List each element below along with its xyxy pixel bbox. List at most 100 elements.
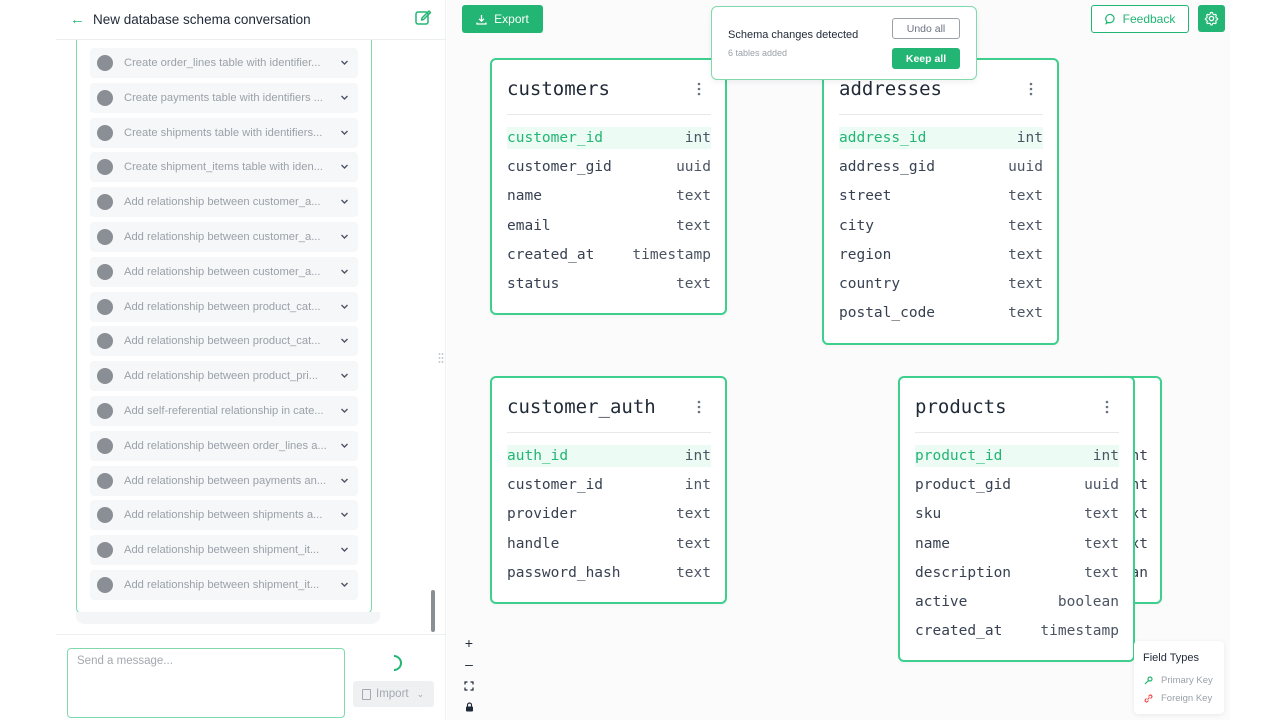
table-card-products[interactable]: products product_id int product_gid uuid sku t… [898, 376, 1135, 662]
column-row[interactable]: country text [839, 273, 1043, 295]
undo-all-button[interactable]: Undo all [892, 18, 960, 39]
column-row[interactable]: region text [839, 244, 1043, 266]
column-row[interactable]: postal_code text [839, 302, 1043, 324]
task-list-footer [76, 612, 380, 624]
import-button[interactable]: Import ⌄ [353, 681, 434, 707]
column-row[interactable]: provider text [507, 503, 711, 525]
zoom-in-icon[interactable]: + [458, 632, 480, 654]
chevron-down-icon[interactable] [339, 579, 350, 590]
column-type: int [1092, 448, 1119, 464]
column-row[interactable]: created_at timestamp [915, 620, 1119, 642]
table-card-customers[interactable]: customers customer_id int customer_gid uuid n… [490, 58, 727, 315]
more-options-icon[interactable] [697, 82, 701, 96]
column-name: product_id [915, 448, 1003, 464]
table-title: addresses [839, 78, 942, 100]
task-item[interactable]: Add relationship between product_cat... [90, 291, 358, 322]
column-row[interactable]: password_hash text [507, 562, 711, 584]
task-label: Add relationship between customer_a... [124, 230, 321, 243]
column-row[interactable]: customer_id int [507, 474, 711, 496]
task-item[interactable]: Create shipment_items table with iden... [90, 152, 358, 183]
chevron-down-icon[interactable] [339, 266, 350, 277]
more-options-icon[interactable] [1105, 400, 1109, 414]
chevron-down-icon[interactable] [339, 405, 350, 416]
composer-divider [56, 634, 446, 635]
download-icon [476, 14, 487, 25]
task-item[interactable]: Add relationship between payments an... [90, 465, 358, 496]
column-row[interactable]: product_gid uuid [915, 474, 1119, 496]
column-name: auth_id [507, 448, 569, 464]
task-status-icon [97, 472, 113, 489]
column-row[interactable]: city text [839, 215, 1043, 237]
column-type: text [1084, 564, 1119, 581]
keep-all-button[interactable]: Keep all [892, 48, 960, 69]
table-card-addresses[interactable]: addresses address_id int address_gid uuid str… [822, 58, 1059, 345]
column-row[interactable]: product_id int [915, 445, 1119, 467]
loading-spinner-icon [382, 651, 406, 675]
column-row[interactable]: address_id int [839, 127, 1043, 149]
column-type: int [684, 477, 711, 494]
task-item[interactable]: Create shipments table with identifiers.… [90, 117, 358, 148]
chevron-down-icon[interactable] [339, 544, 350, 555]
column-row[interactable]: status text [507, 273, 711, 295]
task-status-icon [97, 507, 113, 524]
column-row[interactable]: sku text [915, 503, 1119, 525]
column-row[interactable]: auth_id int [507, 445, 711, 467]
task-item[interactable]: Create payments table with identifiers .… [90, 82, 358, 113]
task-item[interactable]: Add relationship between order_lines a..… [90, 430, 358, 461]
chevron-down-icon[interactable] [339, 335, 350, 346]
column-row[interactable]: name text [915, 533, 1119, 555]
task-item[interactable]: Add relationship between customer_a... [90, 256, 358, 287]
more-options-icon[interactable] [1029, 82, 1033, 96]
chevron-down-icon[interactable] [339, 301, 350, 312]
fit-view-icon[interactable] [458, 675, 480, 697]
export-button[interactable]: Export [462, 5, 543, 33]
column-row[interactable]: customer_gid uuid [507, 156, 711, 178]
column-row[interactable]: name text [507, 185, 711, 207]
lock-icon[interactable] [458, 697, 480, 719]
table-card-customer-auth[interactable]: customer_auth auth_id int customer_id int pro… [490, 376, 727, 604]
task-item[interactable]: Create order_lines table with identifier… [90, 48, 358, 78]
task-label: Add relationship between order_lines a..… [124, 439, 327, 452]
panel-resize-handle-icon[interactable] [438, 352, 444, 364]
chevron-down-icon[interactable] [339, 440, 350, 451]
back-arrow-icon[interactable]: ← [70, 12, 85, 27]
column-row[interactable]: street text [839, 185, 1043, 207]
task-item[interactable]: Add relationship between customer_a... [90, 221, 358, 252]
task-label: Create shipments table with identifiers.… [124, 126, 323, 139]
chevron-down-icon[interactable] [339, 509, 350, 520]
column-name: status [507, 276, 560, 292]
column-name: email [507, 217, 551, 234]
task-status-icon [97, 437, 113, 454]
chevron-down-icon[interactable] [339, 475, 350, 486]
chat-scrollbar[interactable] [431, 590, 435, 632]
task-item[interactable]: Add relationship between product_pri... [90, 361, 358, 392]
task-status-icon [97, 159, 113, 176]
edit-icon[interactable] [414, 8, 432, 26]
column-row[interactable]: description text [915, 562, 1119, 584]
column-row[interactable]: active boolean [915, 591, 1119, 613]
task-item[interactable]: Add relationship between shipments a... [90, 500, 358, 531]
task-item[interactable]: Add self-referential relationship in cat… [90, 395, 358, 426]
chevron-down-icon[interactable] [339, 196, 350, 207]
chevron-down-icon[interactable] [339, 370, 350, 381]
feedback-button[interactable]: Feedback [1091, 5, 1189, 33]
zoom-out-icon[interactable]: – [458, 654, 480, 676]
column-row[interactable]: email text [507, 215, 711, 237]
chevron-down-icon[interactable] [339, 57, 350, 68]
chevron-down-icon[interactable] [339, 161, 350, 172]
chevron-down-icon[interactable] [339, 127, 350, 138]
column-row[interactable]: customer_id int [507, 127, 711, 149]
settings-button[interactable] [1198, 5, 1225, 32]
task-item[interactable]: Add relationship between product_cat... [90, 326, 358, 357]
task-item[interactable]: Add relationship between shipment_it... [90, 569, 358, 600]
column-row[interactable]: address_gid uuid [839, 156, 1043, 178]
message-input[interactable] [67, 648, 345, 718]
more-options-icon[interactable] [697, 400, 701, 414]
task-item[interactable]: Add relationship between customer_a... [90, 187, 358, 218]
chevron-down-icon[interactable] [339, 231, 350, 242]
task-status-icon [97, 194, 113, 211]
column-row[interactable]: handle text [507, 533, 711, 555]
chevron-down-icon[interactable] [339, 92, 350, 103]
column-row[interactable]: created_at timestamp [507, 244, 711, 266]
task-item[interactable]: Add relationship between shipment_it... [90, 535, 358, 566]
